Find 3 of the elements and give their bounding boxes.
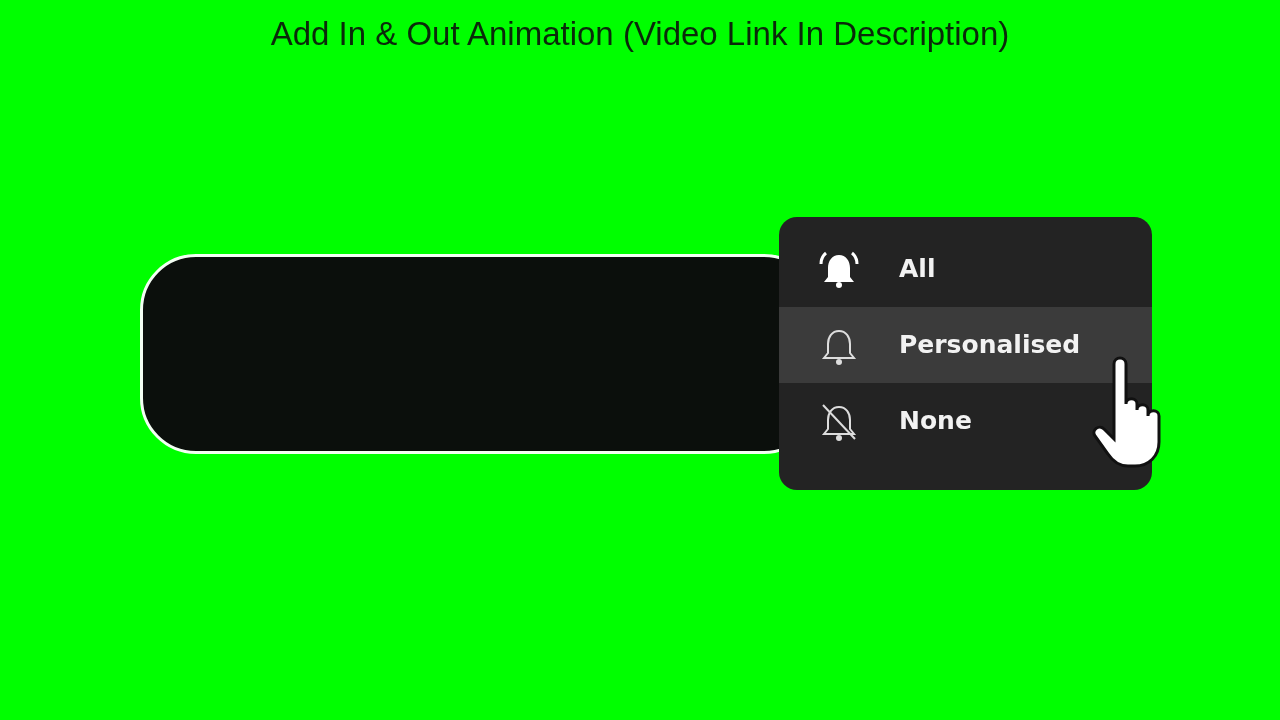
menu-item[interactable]: Personalised (779, 307, 1152, 383)
menu-item[interactable]: All (779, 231, 1152, 307)
video-title: Add In & Out Animation (Video Link In Description) (269, 14, 1011, 54)
